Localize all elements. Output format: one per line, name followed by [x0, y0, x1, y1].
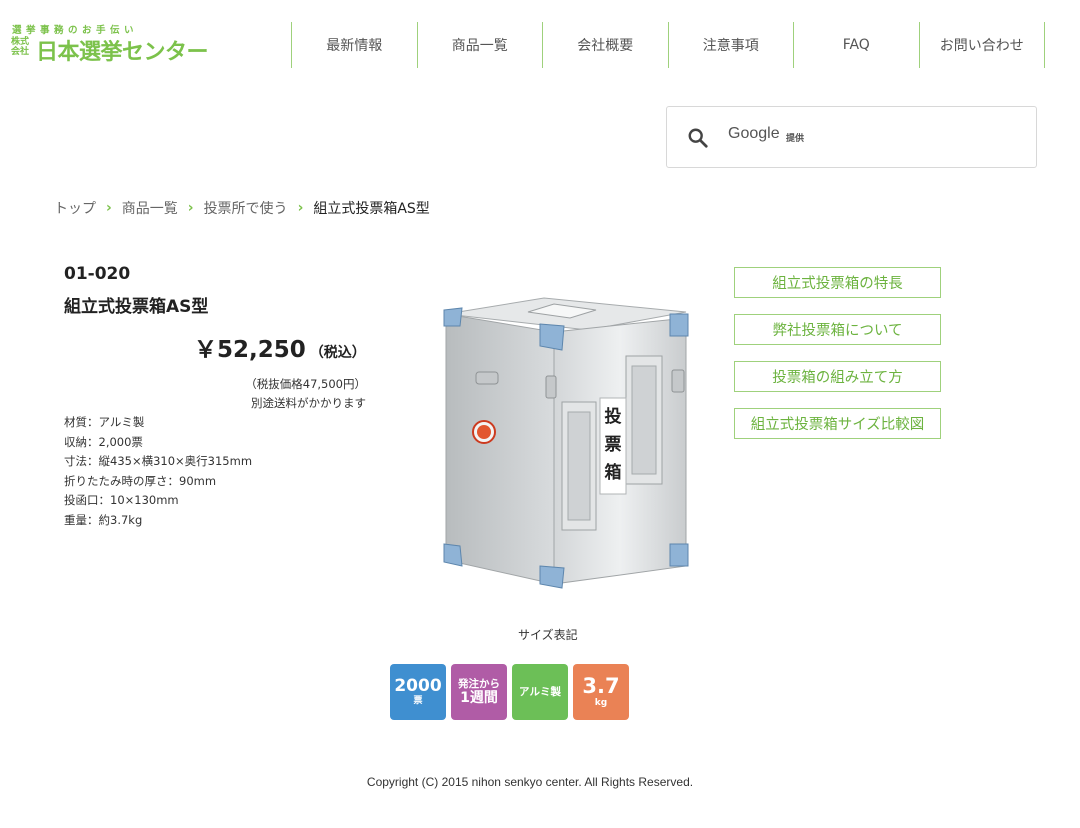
- spec-folded-thickness: 折りたたみ時の厚さ：90mm: [64, 473, 217, 488]
- nav-item-notes[interactable]: 注意事項: [669, 22, 794, 68]
- breadcrumb-top[interactable]: トップ: [54, 198, 96, 218]
- spec-slot-size: 投函口：10×130mm: [64, 493, 179, 508]
- price-note: （税抜価格47,500円） 別途送料がかかります: [238, 375, 366, 413]
- nav-item-faq[interactable]: FAQ: [794, 22, 920, 68]
- breadcrumb: トップ › 商品一覧 › 投票所で使う › 組立式投票箱AS型: [54, 198, 430, 218]
- product-title: 組立式投票箱AS型: [64, 297, 209, 317]
- nav-item-news[interactable]: 最新情報: [292, 22, 418, 68]
- search-provider-label: 提供: [786, 134, 805, 144]
- logo-company-type: 株式会社: [11, 37, 30, 57]
- svg-text:箱: 箱: [605, 462, 622, 483]
- site-logo[interactable]: 選挙事務のお手伝い 株式会社 日本選挙センター: [10, 20, 220, 66]
- spec-dimensions: 寸法：縦435×横310×奥行315mm: [64, 454, 253, 469]
- product-specs: 材質：アルミ製 収納：2,000票 寸法：縦435×横310×奥行315mm 折…: [64, 413, 252, 531]
- spec-weight: 重量：約3.7kg: [64, 512, 143, 527]
- price-tax-label: （税込）: [309, 345, 366, 361]
- link-assembly-guide[interactable]: 投票箱の組み立て方: [734, 361, 941, 392]
- weight-value: 3.7: [582, 674, 620, 698]
- lead-time-top: 発注から: [458, 677, 500, 690]
- chevron-right-icon: ›: [106, 200, 112, 216]
- copyright: Copyright (C) 2015 nihon senkyo center. …: [366, 775, 694, 789]
- material-label: アルミ製: [519, 685, 561, 698]
- breadcrumb-products[interactable]: 商品一覧: [122, 198, 178, 218]
- nav-item-company[interactable]: 会社概要: [543, 22, 669, 68]
- weight-unit: kg: [594, 698, 608, 708]
- nav-item-products[interactable]: 商品一覧: [418, 22, 543, 68]
- link-about-ballot-box[interactable]: 弊社投票箱について: [734, 314, 941, 345]
- price-value: ￥52,250: [194, 337, 306, 363]
- product-image: 投 票 箱: [443, 297, 689, 589]
- size-badges: 2000 票 発注から 1週間 アルミ製 3.7 kg: [390, 664, 634, 720]
- capacity-badge: 2000 票: [390, 664, 446, 720]
- nav-item-contact[interactable]: お問い合わせ: [920, 22, 1045, 68]
- link-size-comparison[interactable]: 組立式投票箱サイズ比較図: [734, 408, 941, 439]
- link-features[interactable]: 組立式投票箱の特長: [734, 267, 941, 298]
- product-code: 01-020: [64, 264, 131, 284]
- main-nav: 最新情報 商品一覧 会社概要 注意事項 FAQ お問い合わせ: [291, 22, 1045, 68]
- material-badge: アルミ製: [512, 664, 568, 720]
- shipping-note: 別途送料がかかります: [251, 396, 366, 410]
- size-label: サイズ表記: [518, 628, 578, 642]
- search-box[interactable]: Google 提供: [666, 106, 1037, 168]
- logo-company-name: 日本選挙センター: [36, 40, 209, 65]
- weight-badge: 3.7 kg: [573, 664, 629, 720]
- chevron-right-icon: ›: [297, 200, 304, 216]
- capacity-unit: 票: [413, 696, 423, 706]
- breadcrumb-category[interactable]: 投票所で使う: [204, 198, 288, 218]
- google-brand-label: Google: [728, 125, 780, 142]
- capacity-value: 2000: [394, 676, 442, 696]
- product-price: ￥52,250 （税込）: [194, 330, 366, 364]
- spec-material: 材質：アルミ製: [64, 415, 145, 429]
- breadcrumb-current: 組立式投票箱AS型: [313, 201, 430, 217]
- lead-time-bottom: 1週間: [460, 690, 498, 707]
- search-icon[interactable]: [687, 127, 709, 149]
- spec-capacity: 収納：2,000票: [64, 434, 143, 449]
- svg-text:投: 投: [605, 406, 622, 427]
- chevron-right-icon: ›: [187, 200, 194, 216]
- price-excl-tax: （税抜価格47,500円）: [245, 377, 366, 391]
- side-links: 組立式投票箱の特長 弊社投票箱について 投票箱の組み立て方 組立式投票箱サイズ比…: [734, 267, 941, 455]
- lead-time-badge: 発注から 1週間: [451, 664, 507, 720]
- svg-text:票: 票: [605, 435, 622, 455]
